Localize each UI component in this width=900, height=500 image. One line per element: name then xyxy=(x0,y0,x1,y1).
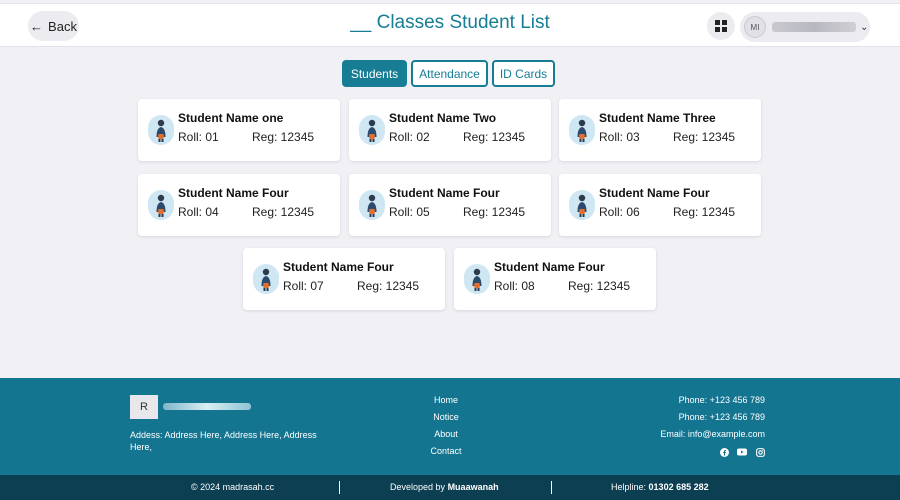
chevron-down-icon: ⌄ xyxy=(860,21,869,33)
student-roll: Roll: 07 xyxy=(283,279,324,293)
student-card[interactable]: Student Name Four Roll: 08 Reg: 12345 xyxy=(454,248,656,310)
student-card[interactable]: Student Name Four Roll: 05 Reg: 12345 xyxy=(349,174,551,236)
student-avatar-icon xyxy=(148,115,174,145)
footer-link-about[interactable]: About xyxy=(400,429,492,446)
footer-address: Addess: Address Here, Address Here, Addr… xyxy=(130,430,317,452)
student-avatar-icon xyxy=(464,264,490,294)
student-roll: Roll: 03 xyxy=(599,130,640,144)
student-avatar-icon xyxy=(359,190,385,220)
student-name: Student Name Four xyxy=(599,186,710,200)
student-avatar-icon xyxy=(148,190,174,220)
student-name: Student Name one xyxy=(178,111,284,125)
student-reg: Reg: 12345 xyxy=(252,130,315,144)
helpline-text: Helpline: 01302 685 282 xyxy=(611,482,709,492)
avatar: MI xyxy=(744,16,766,38)
footer-links: Home Notice About Contact xyxy=(400,395,492,463)
student-roll: Roll: 05 xyxy=(389,205,430,219)
user-menu-button[interactable]: MI ⌄ xyxy=(740,12,870,42)
footer-logo-text-redacted xyxy=(163,403,251,410)
helpline-number: 01302 685 282 xyxy=(648,482,709,492)
student-card[interactable]: Student Name Two Roll: 02 Reg: 12345 xyxy=(349,99,551,161)
facebook-icon[interactable] xyxy=(719,447,729,457)
tab-id-cards[interactable]: ID Cards xyxy=(492,60,555,87)
student-avatar-icon xyxy=(253,264,279,294)
student-name: Student Name Four xyxy=(178,186,289,200)
footer-phone-2: Phone: +123 456 789 xyxy=(678,412,765,422)
student-avatar-icon xyxy=(569,190,595,220)
footer-link-home[interactable]: Home xyxy=(400,395,492,412)
student-reg: Reg: 12345 xyxy=(673,130,736,144)
developer-name[interactable]: Muaawanah xyxy=(448,482,499,492)
student-card[interactable]: Student Name one Roll: 01 Reg: 12345 xyxy=(138,99,340,161)
developed-prefix: Developed by xyxy=(390,482,446,492)
student-name: Student Name Four xyxy=(283,260,394,274)
social-links xyxy=(660,447,765,464)
student-avatar-icon xyxy=(569,115,595,145)
top-header: ← Back __ Classes Student List MI ⌄ xyxy=(0,3,900,47)
student-reg: Reg: 12345 xyxy=(463,205,526,219)
apps-grid-button[interactable] xyxy=(707,12,735,40)
footer-email: Email: info@example.com xyxy=(660,429,765,439)
divider xyxy=(551,481,552,494)
youtube-icon[interactable] xyxy=(737,447,747,457)
student-card[interactable]: Student Name Four Roll: 06 Reg: 12345 xyxy=(559,174,761,236)
developed-by-text: Developed by Muaawanah xyxy=(390,482,499,492)
student-avatar-icon xyxy=(359,115,385,145)
student-card[interactable]: Student Name Four Roll: 07 Reg: 12345 xyxy=(243,248,445,310)
student-card[interactable]: Student Name Three Roll: 03 Reg: 12345 xyxy=(559,99,761,161)
instagram-icon[interactable] xyxy=(755,447,765,457)
student-roll: Roll: 04 xyxy=(178,205,219,219)
student-reg: Reg: 12345 xyxy=(568,279,631,293)
user-name-redacted xyxy=(772,22,856,32)
tab-students[interactable]: Students xyxy=(342,60,407,87)
footer-logo: R xyxy=(130,395,158,419)
copyright-text: © 2024 madrasah.cc xyxy=(191,482,275,492)
student-name: Student Name Two xyxy=(389,111,497,125)
student-reg: Reg: 12345 xyxy=(673,205,736,219)
footer: R Addess: Address Here, Address Here, Ad… xyxy=(0,378,900,475)
footer-contact: Phone: +123 456 789 Phone: +123 456 789 … xyxy=(660,395,765,464)
divider xyxy=(339,481,340,494)
footer-phone-1: Phone: +123 456 789 xyxy=(678,395,765,405)
tab-attendance[interactable]: Attendance xyxy=(411,60,488,87)
footer-link-notice[interactable]: Notice xyxy=(400,412,492,429)
grid-icon xyxy=(715,20,727,32)
footer-link-contact[interactable]: Contact xyxy=(400,446,492,463)
student-reg: Reg: 12345 xyxy=(357,279,420,293)
student-roll: Roll: 02 xyxy=(389,130,430,144)
student-name: Student Name Three xyxy=(599,111,716,125)
student-roll: Roll: 06 xyxy=(599,205,640,219)
student-name: Student Name Four xyxy=(494,260,605,274)
student-card[interactable]: Student Name Four Roll: 04 Reg: 12345 xyxy=(138,174,340,236)
bottom-bar: © 2024 madrasah.cc Developed by Muaawana… xyxy=(0,475,900,500)
student-name: Student Name Four xyxy=(389,186,500,200)
student-roll: Roll: 01 xyxy=(178,130,219,144)
student-roll: Roll: 08 xyxy=(494,279,535,293)
student-reg: Reg: 12345 xyxy=(463,130,526,144)
helpline-prefix: Helpline: xyxy=(611,482,647,492)
student-reg: Reg: 12345 xyxy=(252,205,315,219)
